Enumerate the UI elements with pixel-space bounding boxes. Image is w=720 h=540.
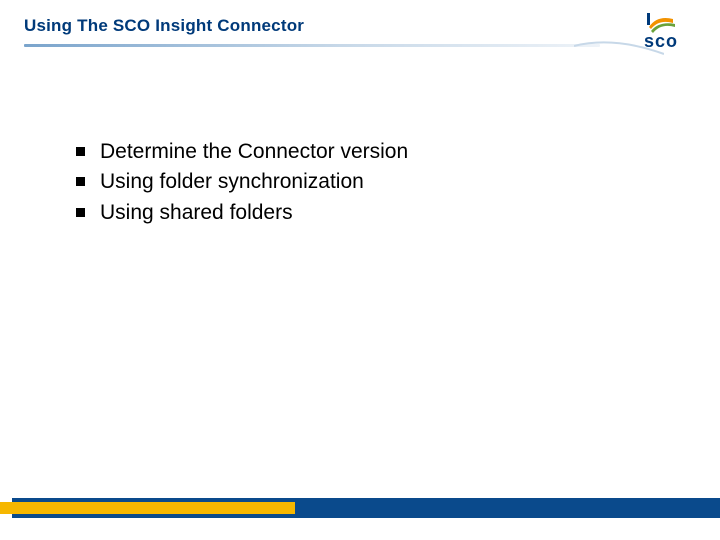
slide-title: Using The SCO Insight Connector (24, 16, 696, 36)
bullet-list: Determine the Connector version Using fo… (76, 138, 680, 227)
slide-content: Determine the Connector version Using fo… (0, 68, 720, 227)
list-item: Using folder synchronization (76, 168, 680, 196)
list-item: Determine the Connector version (76, 138, 680, 166)
footer-yellow-stripe (0, 502, 295, 514)
list-item: Using shared folders (76, 199, 680, 227)
sco-logo: sco (622, 8, 700, 52)
sco-logo-icon (645, 9, 677, 33)
sco-logo-text: sco (644, 31, 678, 52)
footer-bar (0, 498, 720, 518)
title-underline (24, 44, 600, 47)
slide-header: Using The SCO Insight Connector sco (0, 0, 720, 68)
